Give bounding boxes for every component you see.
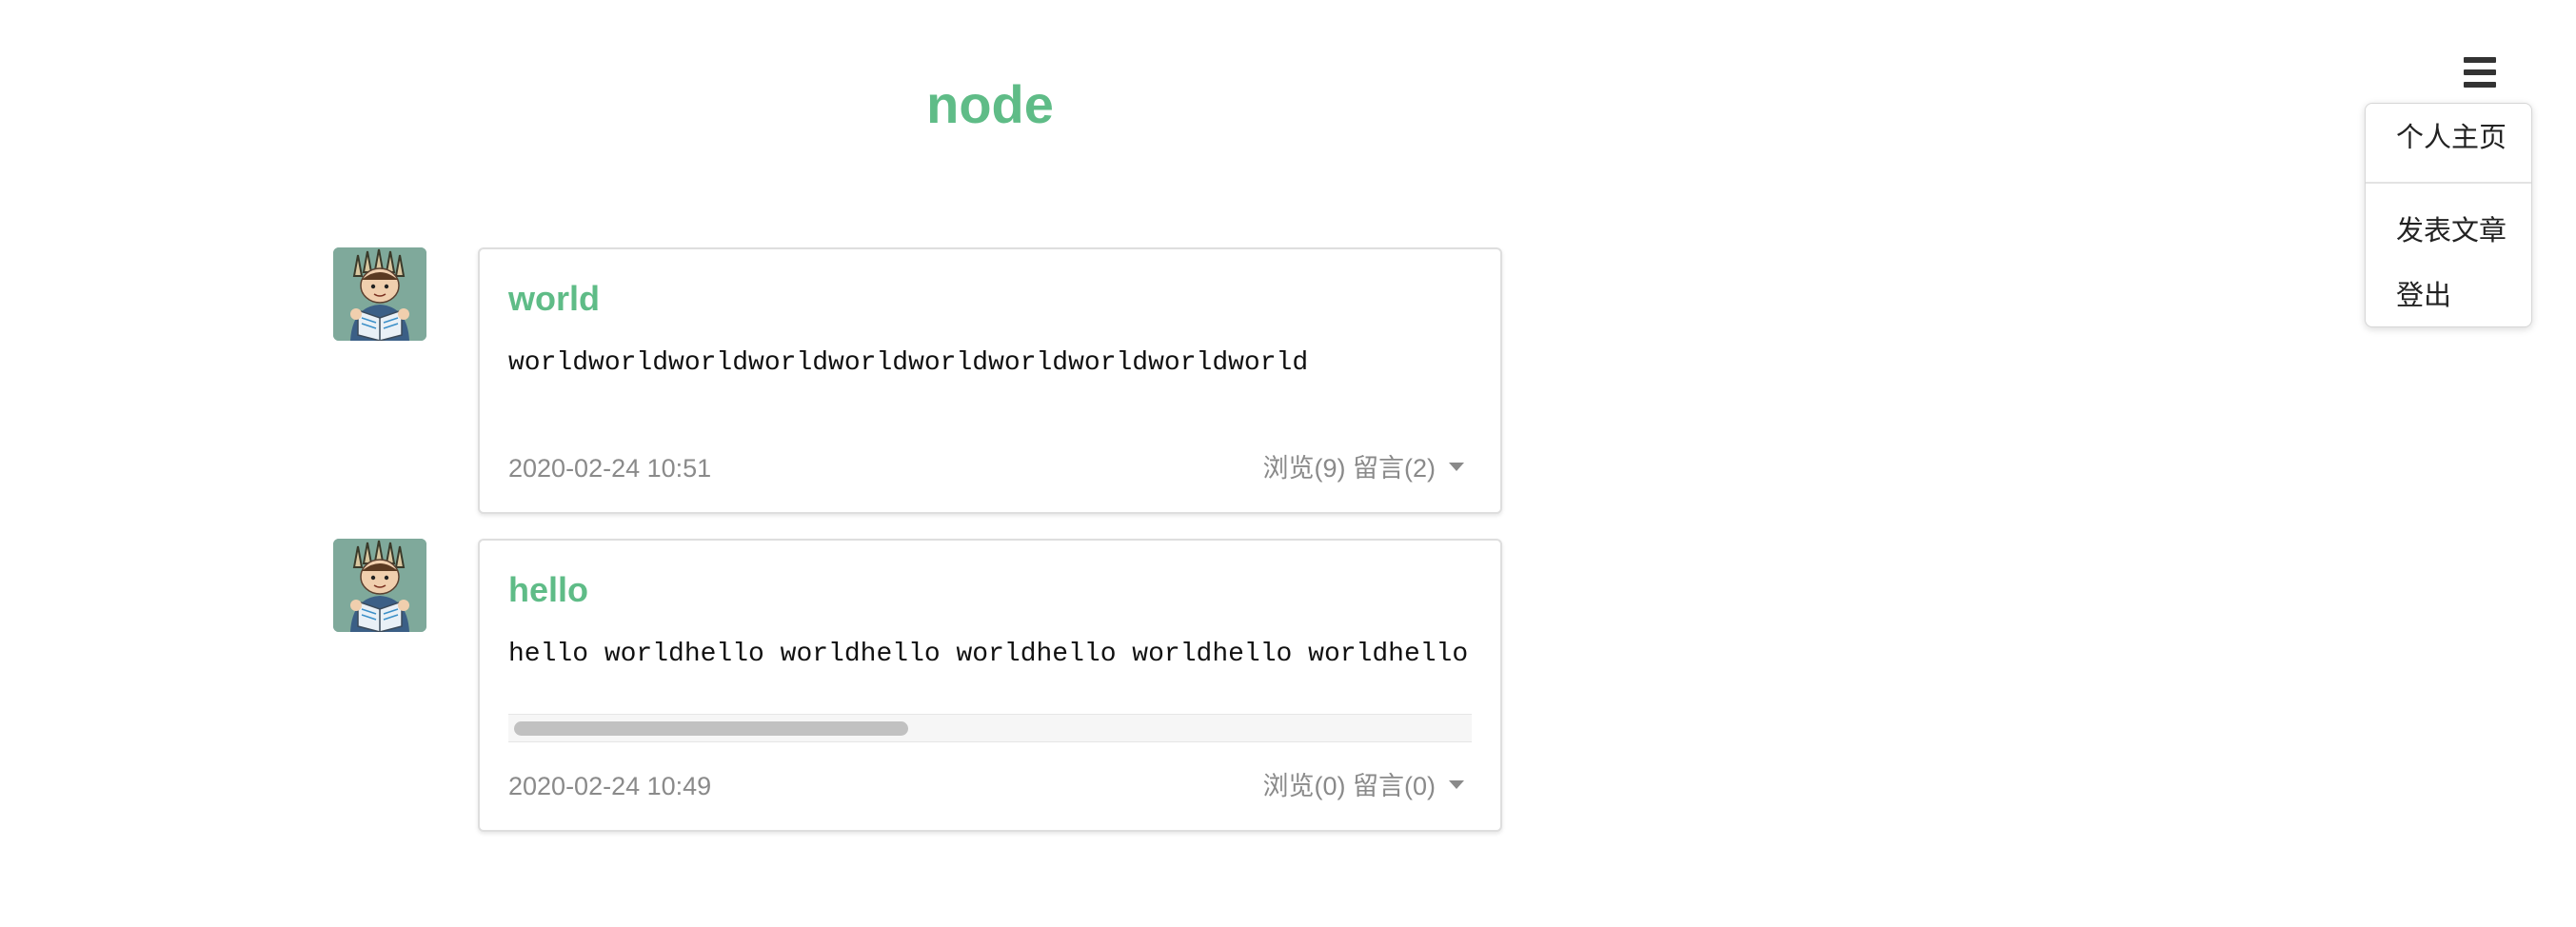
post-stats: 浏览(0) 留言(0) [1262,772,1437,800]
hamburger-menu-icon[interactable] [2464,57,2496,88]
site-title[interactable]: node [0,65,1980,145]
horizontal-scrollbar[interactable] [508,714,1472,742]
scrollbar-thumb[interactable] [514,721,908,736]
user-dropdown-menu: 个人主页 发表文章 登出 [2365,103,2532,327]
post-card: hello hello worldhello worldhello worldh… [478,539,1502,832]
menu-item-logout[interactable]: 登出 [2396,277,2451,315]
post-title[interactable]: world [508,276,600,322]
avatar-image [333,247,426,341]
post-date: 2020-02-24 10:49 [508,772,712,800]
post-title[interactable]: hello [508,567,588,613]
caret-down-icon[interactable] [1449,463,1464,472]
author-avatar[interactable] [333,539,426,632]
avatar-image [333,539,426,632]
caret-down-icon[interactable] [1449,780,1464,790]
post-body: hello worldhello worldhello worldhello w… [508,640,1469,669]
author-avatar[interactable] [333,247,426,341]
post-stats-toggle[interactable]: 浏览(9) 留言(2) [1262,449,1464,487]
post-card: world worldworldworldworldworldworldworl… [478,247,1502,514]
post-body: worldworldworldworldworldworldworldworld… [508,348,1309,378]
menu-item-profile[interactable]: 个人主页 [2396,119,2507,157]
post-stats: 浏览(9) 留言(2) [1262,454,1437,483]
post-stats-toggle[interactable]: 浏览(0) 留言(0) [1262,767,1464,805]
post-date: 2020-02-24 10:51 [508,454,712,483]
menu-item-new-post[interactable]: 发表文章 [2396,212,2507,250]
menu-divider [2366,182,2531,184]
